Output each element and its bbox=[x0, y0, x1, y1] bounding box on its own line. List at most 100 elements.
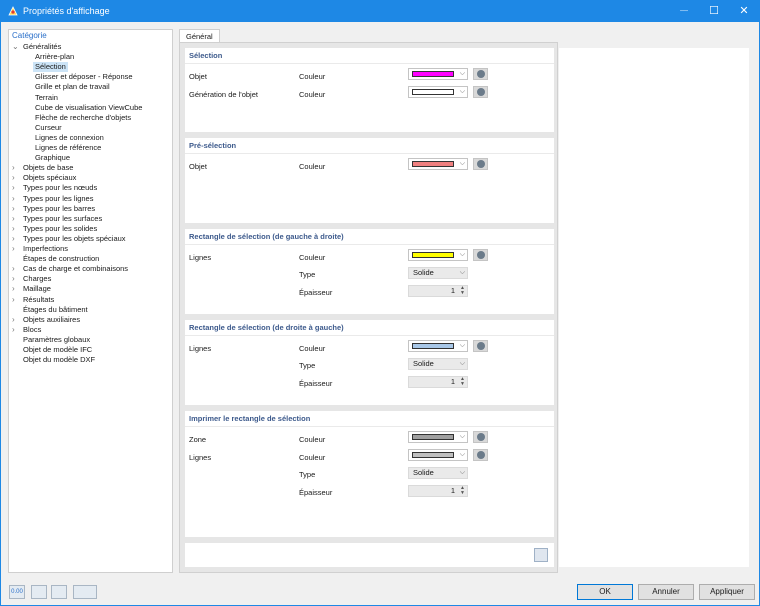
app-icon bbox=[8, 6, 18, 16]
minimize-button[interactable]: ─ bbox=[669, 1, 699, 22]
chevron-right-icon[interactable]: › bbox=[12, 194, 20, 204]
section-print-rect: Imprimer le rectangle de sélection Zone … bbox=[185, 411, 554, 537]
spin-arrows-icon[interactable]: ▲ ▼ bbox=[460, 377, 465, 387]
tree-item[interactable]: › Blocs bbox=[9, 325, 172, 335]
color-palette-button[interactable] bbox=[473, 86, 488, 98]
chevron-right-icon[interactable]: › bbox=[12, 163, 20, 173]
type-select[interactable]: Solide ⌵ bbox=[408, 467, 468, 479]
chevron-down-icon: ⌵ bbox=[459, 433, 465, 440]
chevron-right-icon[interactable]: › bbox=[12, 173, 20, 183]
tree-item[interactable]: Grille et plan de travail bbox=[9, 82, 172, 92]
color-picker-objet[interactable]: ⌵ bbox=[408, 158, 468, 170]
copy-defaults-icon[interactable] bbox=[534, 548, 548, 562]
chevron-right-icon[interactable]: › bbox=[12, 264, 20, 274]
color-picker-generation[interactable]: ⌵ bbox=[408, 86, 468, 98]
tree-item[interactable]: › Objets de base bbox=[9, 163, 172, 173]
color-picker-zone[interactable]: ⌵ bbox=[408, 431, 468, 443]
chevron-down-icon[interactable]: ⌄ bbox=[12, 42, 20, 52]
thickness-stepper[interactable]: 1 ▲ ▼ bbox=[408, 285, 468, 297]
tree-item[interactable]: › Types pour les solides bbox=[9, 224, 172, 234]
tab-general[interactable]: Général bbox=[179, 29, 220, 43]
tree-item[interactable]: › Charges bbox=[9, 274, 172, 284]
chevron-right-icon[interactable]: › bbox=[12, 234, 20, 244]
tree-item[interactable]: Arrière-plan bbox=[9, 52, 172, 62]
label-lignes: Lignes bbox=[189, 344, 212, 353]
tree-item[interactable]: Flèche de recherche d'objets bbox=[9, 113, 172, 123]
apply-button[interactable]: Appliquer bbox=[699, 584, 755, 600]
color-palette-button[interactable] bbox=[473, 449, 488, 461]
tree-item[interactable]: Paramètres globaux bbox=[9, 335, 172, 345]
label-type: Type bbox=[299, 361, 316, 370]
tree-item[interactable]: › Objets spéciaux bbox=[9, 173, 172, 183]
type-select[interactable]: Solide ⌵ bbox=[408, 267, 468, 279]
color-palette-button[interactable] bbox=[473, 158, 488, 170]
tree-item[interactable]: › Résultats bbox=[9, 295, 172, 305]
type-value: Solide bbox=[413, 468, 434, 477]
tree-item[interactable]: › Types pour les surfaces bbox=[9, 214, 172, 224]
color-palette-button[interactable] bbox=[473, 68, 488, 80]
ok-button[interactable]: OK bbox=[577, 584, 633, 600]
tree-item-label: Lignes de connexion bbox=[35, 132, 104, 142]
chevron-right-icon[interactable]: › bbox=[12, 244, 20, 254]
tree-item[interactable]: Étages du bâtiment bbox=[9, 305, 172, 315]
tree-item[interactable]: Glisser et déposer - Réponse bbox=[9, 72, 172, 82]
chevron-right-icon[interactable]: › bbox=[12, 284, 20, 294]
tree-item[interactable]: › Objets auxiliaires bbox=[9, 315, 172, 325]
tree-item[interactable]: › Types pour les nœuds bbox=[9, 183, 172, 193]
section-selection: Sélection Objet Couleur ⌵ Génération de … bbox=[185, 48, 554, 132]
chevron-right-icon[interactable]: › bbox=[12, 204, 20, 214]
color-picker-objet[interactable]: ⌵ bbox=[408, 68, 468, 80]
spin-arrows-icon[interactable]: ▲ ▼ bbox=[460, 286, 465, 296]
chevron-right-icon[interactable]: › bbox=[12, 183, 20, 193]
tree-item[interactable]: › Maillage bbox=[9, 284, 172, 294]
chevron-right-icon[interactable]: › bbox=[12, 315, 20, 325]
copy-settings-icon[interactable] bbox=[73, 585, 97, 599]
tree-item-label: Arrière-plan bbox=[35, 52, 75, 62]
tree-item[interactable]: Sélection bbox=[9, 62, 172, 73]
thickness-stepper[interactable]: 1 ▲ ▼ bbox=[408, 376, 468, 388]
category-tree[interactable]: Catégorie ⌄ Généralités Arrière-plan Sélect… bbox=[8, 29, 173, 573]
tree-item[interactable]: Objet de modèle IFC bbox=[9, 345, 172, 355]
thickness-stepper[interactable]: 1 ▲ ▼ bbox=[408, 485, 468, 497]
color-picker-lignes[interactable]: ⌵ bbox=[408, 340, 468, 352]
chevron-down-icon: ⌵ bbox=[459, 88, 465, 95]
tree-item[interactable]: › Cas de charge et combinaisons bbox=[9, 264, 172, 274]
thickness-value: 1 bbox=[450, 286, 455, 295]
tree-item[interactable]: Graphique bbox=[9, 153, 172, 163]
tree-item[interactable]: ⌄ Généralités bbox=[9, 42, 172, 52]
chevron-right-icon[interactable]: › bbox=[12, 295, 20, 305]
tree-item[interactable]: Lignes de connexion bbox=[9, 133, 172, 143]
tree-item[interactable]: Cube de visualisation ViewCube bbox=[9, 103, 172, 113]
type-value: Solide bbox=[413, 359, 434, 368]
chevron-right-icon[interactable]: › bbox=[12, 224, 20, 234]
save-icon[interactable] bbox=[51, 585, 67, 599]
units-icon[interactable]: 0.00 bbox=[9, 585, 25, 599]
color-palette-button[interactable] bbox=[473, 431, 488, 443]
tree-item[interactable]: › Imperfections bbox=[9, 244, 172, 254]
tree-item[interactable]: › Types pour les lignes bbox=[9, 194, 172, 204]
tree-item[interactable]: › Types pour les barres bbox=[9, 204, 172, 214]
color-picker-lignes[interactable]: ⌵ bbox=[408, 249, 468, 261]
chevron-right-icon[interactable]: › bbox=[12, 274, 20, 284]
color-picker-lignes[interactable]: ⌵ bbox=[408, 449, 468, 461]
window-title: Propriétés d'affichage bbox=[23, 6, 110, 16]
color-palette-button[interactable] bbox=[473, 340, 488, 352]
spin-arrows-icon[interactable]: ▲ ▼ bbox=[460, 486, 465, 496]
label-lignes: Lignes bbox=[189, 253, 212, 262]
tree-item[interactable]: › Types pour les objets spéciaux bbox=[9, 234, 172, 244]
color-palette-icon[interactable] bbox=[31, 585, 47, 599]
label-couleur: Couleur bbox=[299, 453, 326, 462]
tree-item[interactable]: Curseur bbox=[9, 123, 172, 133]
tree-item[interactable]: Objet du modèle DXF bbox=[9, 355, 172, 365]
chevron-down-icon: ⌵ bbox=[459, 269, 465, 276]
close-button[interactable]: ✕ bbox=[729, 1, 759, 22]
cancel-button[interactable]: Annuler bbox=[638, 584, 694, 600]
maximize-button[interactable]: ☐ bbox=[699, 1, 729, 22]
chevron-right-icon[interactable]: › bbox=[12, 214, 20, 224]
color-palette-button[interactable] bbox=[473, 249, 488, 261]
tree-item[interactable]: Lignes de référence bbox=[9, 143, 172, 153]
type-select[interactable]: Solide ⌵ bbox=[408, 358, 468, 370]
chevron-right-icon[interactable]: › bbox=[12, 325, 20, 335]
tree-item[interactable]: Terrain bbox=[9, 93, 172, 103]
tree-item[interactable]: Étapes de construction bbox=[9, 254, 172, 264]
